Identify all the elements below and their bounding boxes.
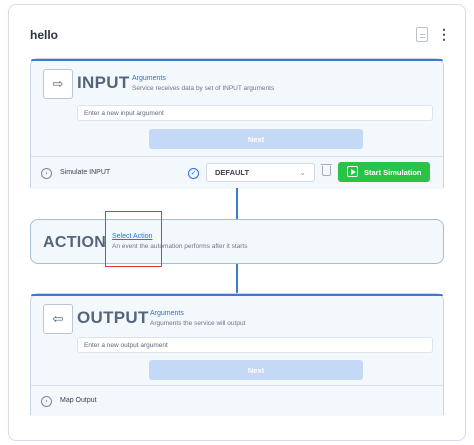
card-title: hello — [30, 28, 59, 42]
output-argument-field[interactable] — [77, 337, 433, 353]
action-heading: ACTION — [43, 234, 107, 251]
select-value: DEFAULT — [215, 168, 250, 177]
file-icon[interactable] — [416, 27, 428, 42]
output-heading: OUTPUT — [77, 308, 149, 327]
output-arguments-link[interactable]: Arguments — [150, 310, 184, 317]
chevron-right-icon[interactable]: › — [41, 396, 52, 407]
connector-line-top — [236, 188, 238, 219]
start-simulation-label: Start Simulation — [364, 167, 422, 177]
input-panel: ⇨ INPUT Arguments Service receives data … — [30, 58, 444, 189]
simulation-preset-select[interactable]: DEFAULT ⌄ — [206, 163, 315, 182]
input-argument-field[interactable] — [77, 105, 433, 121]
map-output-label[interactable]: Map Output — [60, 397, 97, 404]
output-panel: ⇦ OUTPUT Arguments Arguments the service… — [30, 293, 444, 416]
connector-line-bottom — [236, 264, 238, 293]
chevron-down-icon: ⌄ — [299, 168, 306, 177]
play-icon — [347, 166, 358, 177]
output-arrow-icon: ⇦ — [43, 304, 73, 334]
input-arguments-link[interactable]: Arguments — [132, 75, 166, 82]
output-description: Arguments the service will output — [150, 320, 246, 327]
input-heading: INPUT — [77, 73, 130, 92]
input-next-button[interactable]: Next — [149, 129, 363, 149]
output-next-button[interactable]: Next — [149, 360, 363, 380]
action-panel: ACTION Select Action An event the automa… — [30, 219, 444, 264]
simulate-input-label[interactable]: Simulate INPUT — [60, 169, 110, 176]
kebab-menu-icon[interactable]: ⋮ — [437, 27, 451, 41]
input-arrow-icon: ⇨ — [43, 69, 73, 99]
check-circle-icon: ✓ — [188, 168, 199, 179]
chevron-right-icon[interactable]: › — [41, 168, 52, 179]
stage: hello ⋮ ⇨ INPUT Arguments Service receiv… — [0, 0, 474, 445]
output-panel-accent-line — [31, 294, 443, 296]
highlight-box — [105, 211, 162, 267]
input-description: Service receives data by set of INPUT ar… — [132, 85, 275, 92]
map-output-row: › Map Output — [31, 385, 443, 416]
simulate-input-row: › Simulate INPUT ✓ DEFAULT ⌄ Start Simul… — [31, 156, 443, 189]
trash-icon[interactable] — [321, 164, 332, 176]
start-simulation-button[interactable]: Start Simulation — [338, 162, 430, 182]
input-panel-accent-line — [31, 59, 443, 61]
